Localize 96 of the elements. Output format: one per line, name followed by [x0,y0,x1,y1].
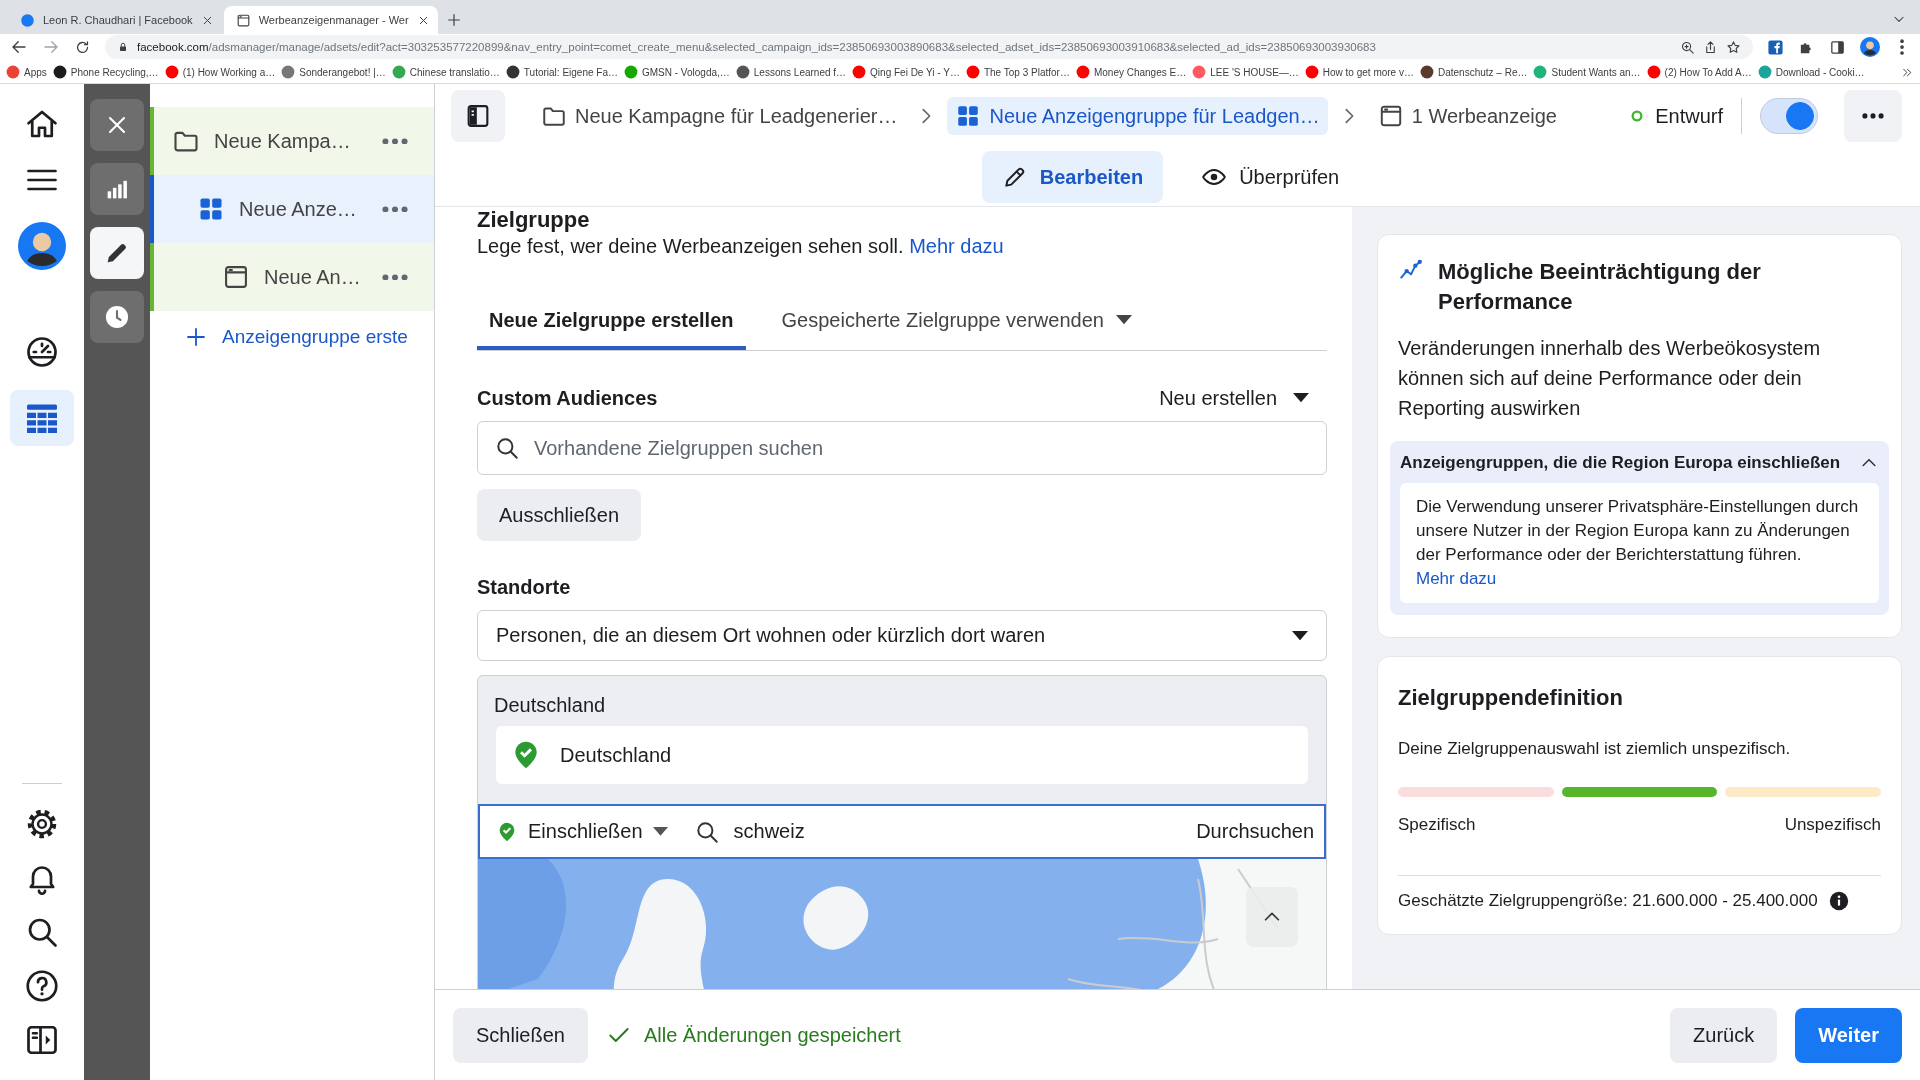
search-icon [494,435,520,461]
include-dropdown[interactable]: Einschließen [496,820,668,843]
bookmark-link[interactable]: Download - Cooki… [1757,65,1865,79]
next-button[interactable]: Weiter [1795,1007,1902,1063]
bookmark-link[interactable]: Chinese translatio… [391,65,500,79]
bookmark-link[interactable]: Money Changes E… [1075,65,1187,79]
search-field[interactable]: Vorhandene Zielgruppen suchen [477,421,1327,475]
summary-text: Deine Zielgruppenauswahl ist ziemlich unspezifisch. [1398,738,1792,760]
audience-tab[interactable]: Gespeicherte Zielgruppe verwenden [769,294,1144,350]
back-icon[interactable] [10,38,28,56]
more-icon[interactable] [382,273,408,281]
tab-favicon-icon [20,12,35,28]
more-icon[interactable] [382,137,408,145]
description-text: Lege fest, wer deine Werbeanzeigen sehen soll. Mehr dazu [477,234,1005,259]
bookmark-link[interactable]: (1) How Working a… [164,65,276,79]
plus-icon [184,325,208,349]
location-mode-dropdown[interactable]: Personen, die an diesem Ort wohnen oder kürzlich dort waren [477,610,1327,661]
bookmark-link[interactable]: Student Wants an… [1533,65,1641,79]
field-label: Custom Audiences [477,386,658,411]
bookmark-link[interactable]: Tutorial: Eigene Fa… [505,65,618,79]
bookmark-link[interactable]: GMSN - Vologda,… [624,65,730,79]
mode-tab[interactable]: Bearbeiten [981,151,1164,203]
field-label: Standorte [477,575,572,600]
tree-item[interactable]: Neue An… [150,243,434,311]
address-field[interactable]: facebook.com/adsmanager/manage/adsets/edit?act=303253577220899&nav_entry_point=comet_create_menu&selected_campaign_ids=23850693003890683&selected_adset_ids=23850693003910683&selected_ad_ids=23850693003930683 [105,35,1753,59]
new-tab-icon[interactable] [445,12,462,28]
bookmark-link[interactable]: The Top 3 Platfor… [965,65,1070,79]
more-icon[interactable] [1899,39,1905,55]
reload-icon[interactable] [74,38,91,56]
bookmark-link[interactable]: LEE 'S HOUSE—… [1192,65,1299,79]
tool-button[interactable] [90,291,144,343]
bookmark-link[interactable]: Lessons Learned f… [735,65,847,79]
estimate-text: Geschätzte Zielgruppengröße: 21.600.000 - 25.400.000 [1398,891,1818,911]
tree-item[interactable]: Neue Anze… [150,175,434,243]
card-text: Veränderungen innerhalb des Werbeökosystem können sich auf deine Performance oder dein Reporting auswirken [1398,336,1822,421]
more-icon [1862,113,1884,119]
caret-icon [652,827,668,836]
tree-item[interactable]: Neue Kampa… [150,107,434,175]
save-status: Alle Änderungen gespeichert [643,1023,901,1047]
gauge-icon [24,334,60,370]
tab-favicon-icon [235,12,251,28]
bookmark-link[interactable]: Apps [6,65,47,79]
toggle-switch[interactable] [1760,98,1818,134]
search-input[interactable]: Vorhandene Zielgruppen suchen [534,436,1310,460]
browser-tab[interactable]: Werbeanzeigenmanager - Wer [223,6,438,34]
exclude-button[interactable]: Ausschließen [477,489,642,541]
avatar [18,222,66,270]
create-adset-link[interactable]: Anzeigengruppe erste [222,326,408,348]
more-link[interactable]: Mehr dazu [1416,569,1497,588]
bookmark-link[interactable]: How to get more v… [1304,65,1414,79]
more-icon[interactable] [382,205,408,213]
share-icon[interactable] [1703,39,1718,55]
lock-icon [117,41,129,53]
browser-tab[interactable]: Leon R. Chaudhari | Facebook [8,6,222,34]
clock-icon [103,303,131,331]
create-dropdown[interactable]: Neu erstellen [1159,386,1327,410]
back-button[interactable]: Zurück [1670,1007,1778,1063]
info-icon[interactable] [1827,890,1850,912]
section-title: Zielgruppe [477,207,591,233]
location-name: Deutschland [560,743,672,767]
window-icon [222,263,250,291]
panel-toggle-button[interactable] [451,90,505,142]
profile-avatar[interactable] [1860,37,1880,57]
breadcrumb[interactable]: Neue Anzeigengruppe für Leadgen… [947,97,1328,135]
zoom-icon[interactable] [1680,39,1695,55]
caret-icon [1292,630,1308,641]
tool-button[interactable] [90,227,144,279]
breadcrumb[interactable]: 1 Werbeanzeige [1369,97,1565,135]
bookmark-link[interactable]: (2) How To Add A… [1646,65,1752,79]
mode-tab[interactable]: Überprüfen [1181,151,1360,203]
star-icon[interactable] [1726,39,1741,55]
scale-label: Unspezifisch [1784,815,1881,835]
card-title: Zielgruppendefinition [1398,684,1624,712]
side-panel-icon[interactable] [1829,38,1846,56]
bookmark-link[interactable]: Phone Recycling,… [52,65,159,79]
bookmark-link[interactable]: Sonderangebot! |… [281,65,386,79]
audience-tab[interactable]: Neue Zielgruppe erstellen [477,294,746,350]
section-heading: Anzeigengruppen, die die Region Europa einschließen [1400,453,1841,473]
scale-label: Spezifisch [1398,815,1476,835]
help-icon [24,968,60,1004]
caret-icon [1293,393,1309,403]
location-search-input[interactable]: schweiz [733,820,1183,843]
bookmark-link[interactable]: Qing Fei De Yi - Y… [852,65,960,79]
status-label: Entwurf [1655,104,1723,128]
extension-icon[interactable] [1767,38,1784,56]
more-button[interactable] [1844,90,1902,142]
bookmark-link[interactable]: Datenschutz – Re… [1419,65,1528,79]
card-title: Mögliche Beeinträchtigung der Performance [1438,258,1762,316]
notice-text: Die Verwendung unserer Privatsphäre-Einstellungen durch unsere Nutzer in der Region Europa kann zu Änderungen der Performance oder der Berichterstattung führen. Mehr dazu [1400,483,1879,603]
breadcrumb[interactable]: Neue Kampagne für Leadgenerier… [533,97,906,135]
browse-button[interactable]: Durchsuchen [1196,820,1314,843]
location-group-label: Deutschland [493,693,607,718]
close-button[interactable]: Schließen [453,1007,588,1063]
tool-button[interactable] [90,163,144,215]
tool-button[interactable] [90,99,144,151]
more-link[interactable]: Mehr dazu [909,235,1004,257]
